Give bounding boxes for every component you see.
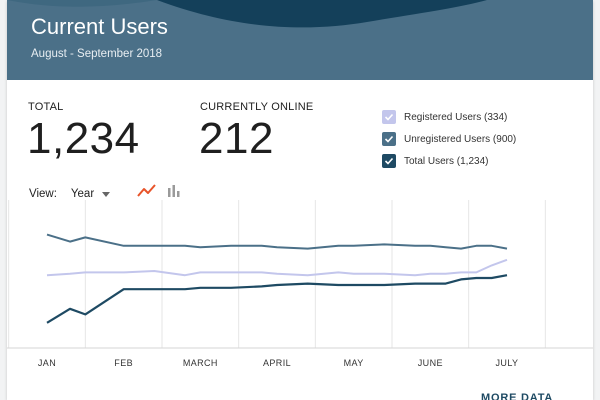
current-users-card: Current Users August - September 2018 TO… xyxy=(7,0,593,400)
card-header: Current Users August - September 2018 xyxy=(7,0,593,80)
x-tick-label: APRIL xyxy=(263,358,291,368)
unregistered-checkbox[interactable] xyxy=(382,132,396,146)
view-period-select[interactable]: Year xyxy=(70,188,111,200)
series-line-registered xyxy=(46,258,508,277)
x-tick-label: JUNE xyxy=(418,358,443,368)
total-value: 1,234 xyxy=(27,114,140,163)
online-label: CURRENTLY ONLINE xyxy=(200,101,314,113)
users-line-chart: JAN FEB MARCH APRIL MAY JUNE JULY xyxy=(7,200,593,368)
check-icon xyxy=(384,113,394,121)
x-tick-label: MARCH xyxy=(183,358,218,368)
check-icon xyxy=(384,135,394,143)
legend-label: Unregistered Users (900) xyxy=(404,133,517,145)
legend-item-total[interactable]: Total Users (1,234) xyxy=(382,150,582,172)
series-line-total xyxy=(46,274,508,324)
x-tick-label: FEB xyxy=(114,358,133,368)
series-legend: Registered Users (334) Unregistered User… xyxy=(382,106,582,172)
total-label: TOTAL xyxy=(28,101,64,113)
check-icon xyxy=(384,157,394,165)
more-data-link[interactable]: MORE DATA xyxy=(481,392,553,400)
x-tick-label: JULY xyxy=(496,358,519,368)
series-line-unregistered xyxy=(46,233,508,250)
legend-label: Registered Users (334) xyxy=(404,111,508,123)
caret-down-icon xyxy=(102,191,111,197)
total-checkbox[interactable] xyxy=(382,154,396,168)
line-chart-icon[interactable] xyxy=(136,183,158,199)
bar-chart-icon[interactable] xyxy=(166,183,182,199)
x-tick-label: JAN xyxy=(38,358,56,368)
view-label: View: xyxy=(29,188,57,200)
view-period-value: Year xyxy=(70,188,95,200)
online-value: 212 xyxy=(199,114,274,163)
x-tick-label: MAY xyxy=(344,358,364,368)
header-wave-decoration xyxy=(7,0,487,28)
legend-item-registered[interactable]: Registered Users (334) xyxy=(382,106,582,128)
legend-item-unregistered[interactable]: Unregistered Users (900) xyxy=(382,128,582,150)
legend-label: Total Users (1,234) xyxy=(404,155,489,167)
card-subtitle: August - September 2018 xyxy=(31,48,163,60)
registered-checkbox[interactable] xyxy=(382,110,396,124)
card-title: Current Users xyxy=(31,14,168,39)
